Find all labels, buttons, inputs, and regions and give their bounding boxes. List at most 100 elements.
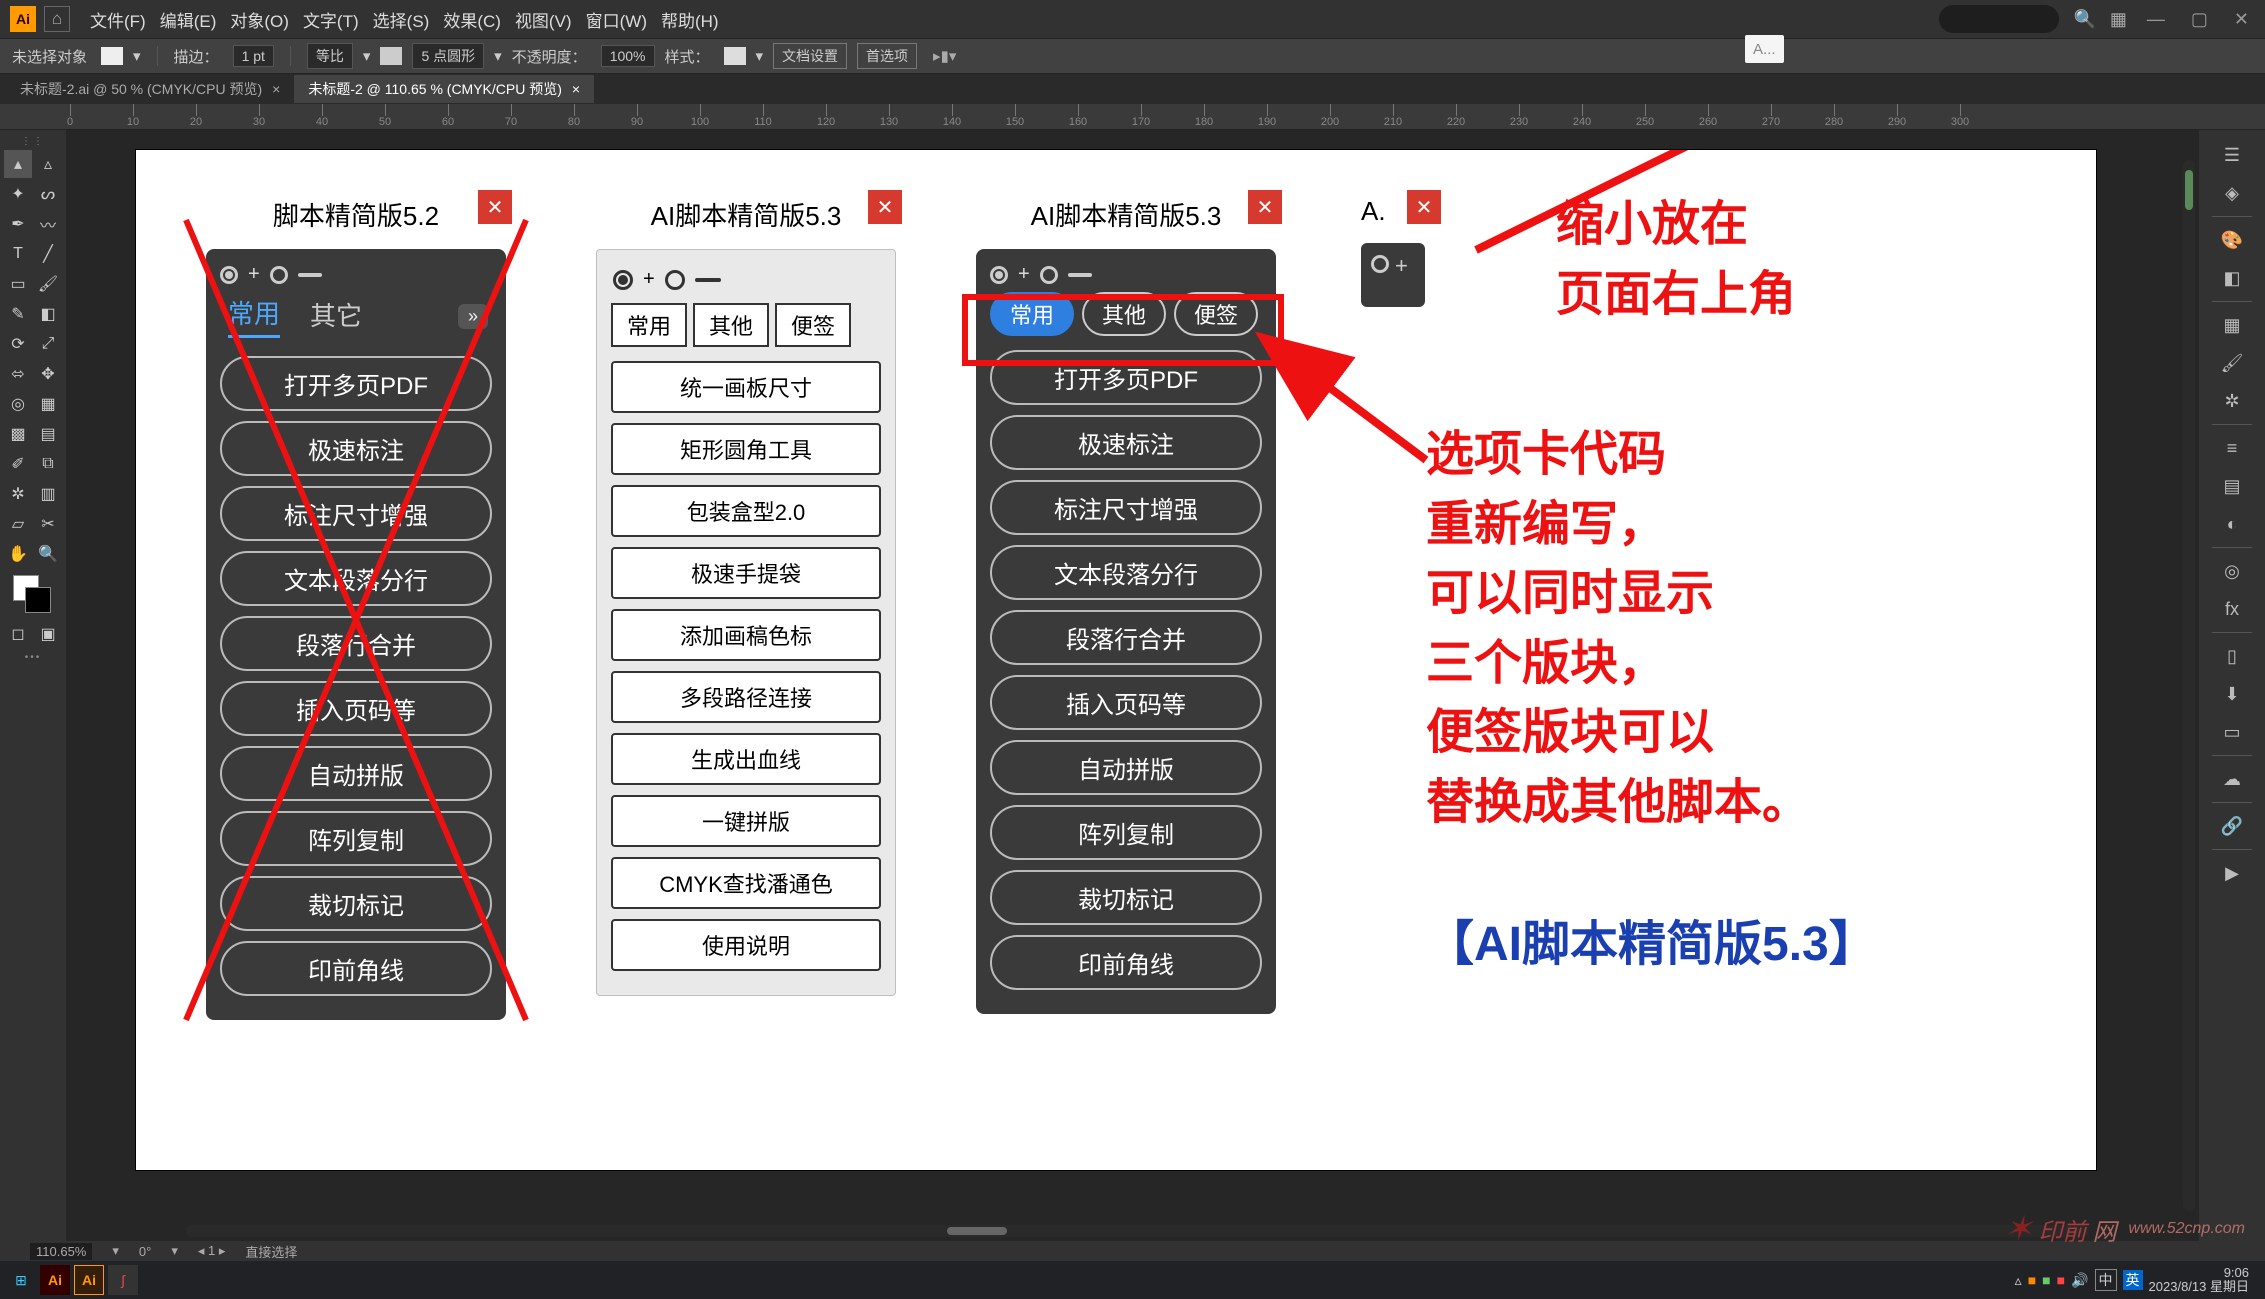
panel3-close[interactable]: ✕: [1248, 190, 1282, 224]
links-icon[interactable]: 🔗: [2216, 810, 2248, 842]
panel4-close[interactable]: ✕: [1407, 190, 1441, 224]
layers2-icon[interactable]: ▯: [2216, 640, 2248, 672]
uniform[interactable]: 等比: [307, 43, 353, 69]
stroke-icon[interactable]: ≡: [2216, 432, 2248, 464]
panel2-button-3[interactable]: 极速手提袋: [611, 547, 881, 599]
swatches-icon[interactable]: ▦: [2216, 309, 2248, 341]
gradient-tool[interactable]: ▤: [34, 420, 62, 448]
panel2-button-4[interactable]: 添加画稿色标: [611, 609, 881, 661]
shape-builder[interactable]: ◎: [4, 390, 32, 418]
panel3-button-3[interactable]: 文本段落分行: [990, 545, 1262, 600]
mesh-tool[interactable]: ▩: [4, 420, 32, 448]
arrange-icon[interactable]: ▦: [2110, 9, 2127, 30]
tray-icon[interactable]: ■: [2028, 1272, 2036, 1288]
panel2-button-6[interactable]: 生成出血线: [611, 733, 881, 785]
doc-tab-2[interactable]: 未标题-2 @ 110.65 % (CMYK/CPU 预览)×: [294, 75, 594, 103]
lasso-tool[interactable]: ᔕ: [34, 180, 62, 208]
taskbar-clock[interactable]: 9:06 2023/8/13 星期日: [2149, 1266, 2259, 1295]
zoom-level[interactable]: 110.65%: [30, 1243, 92, 1260]
panel4-body[interactable]: +: [1361, 243, 1425, 307]
direct-select-tool[interactable]: ▵: [34, 150, 62, 178]
style-swatch[interactable]: [724, 47, 746, 65]
symbols-icon[interactable]: ✲: [2216, 385, 2248, 417]
menu-view[interactable]: 视图(V): [515, 7, 572, 32]
asset-export-icon[interactable]: ⬇: [2216, 678, 2248, 710]
panel3-button-9[interactable]: 印前角线: [990, 935, 1262, 990]
screen-mode[interactable]: ▣: [34, 620, 62, 648]
menu-type[interactable]: 文字(T): [303, 7, 359, 32]
panel3-button-8[interactable]: 裁切标记: [990, 870, 1262, 925]
radio-icon[interactable]: [665, 270, 685, 290]
panel1-button-1[interactable]: 极速标注: [220, 421, 492, 476]
vertical-scrollbar[interactable]: [2183, 160, 2195, 1211]
panel1-button-2[interactable]: 标注尺寸增强: [220, 486, 492, 541]
radio-icon[interactable]: [270, 266, 288, 284]
stroke-weight[interactable]: 1 pt: [233, 45, 274, 67]
panel1-button-7[interactable]: 阵列复制: [220, 811, 492, 866]
rotate-tool[interactable]: ⟳: [4, 330, 32, 358]
shaper-tool[interactable]: ✎: [4, 300, 32, 328]
minus-icon[interactable]: [298, 273, 322, 277]
panel2-button-1[interactable]: 矩形圆角工具: [611, 423, 881, 475]
grip-icon[interactable]: ⋮⋮: [4, 134, 62, 148]
panel1-button-4[interactable]: 段落行合并: [220, 616, 492, 671]
pen-tool[interactable]: ✒: [4, 210, 32, 238]
panel3-button-2[interactable]: 标注尺寸增强: [990, 480, 1262, 535]
menu-help[interactable]: 帮助(H): [661, 7, 719, 32]
minus-icon[interactable]: [1068, 273, 1092, 277]
panel1-button-5[interactable]: 插入页码等: [220, 681, 492, 736]
draw-mode[interactable]: ◻: [4, 620, 32, 648]
tray-icon[interactable]: ■: [2057, 1272, 2065, 1288]
hand-tool[interactable]: ✋: [4, 540, 32, 568]
perspective-tool[interactable]: ▦: [34, 390, 62, 418]
properties-icon[interactable]: ☰: [2216, 139, 2248, 171]
panel2-button-9[interactable]: 使用说明: [611, 919, 881, 971]
menu-select[interactable]: 选择(S): [373, 7, 430, 32]
brushes-icon[interactable]: 🖌: [2216, 347, 2248, 379]
symbol-sprayer[interactable]: ✲: [4, 480, 32, 508]
menu-edit[interactable]: 编辑(E): [160, 7, 217, 32]
menu-window[interactable]: 窗口(W): [586, 7, 647, 32]
free-transform[interactable]: ✥: [34, 360, 62, 388]
artboard-tool[interactable]: ▱: [4, 510, 32, 538]
curvature-tool[interactable]: 〰: [34, 210, 62, 238]
play-icon[interactable]: ▶: [2216, 857, 2248, 889]
panel1-button-3[interactable]: 文本段落分行: [220, 551, 492, 606]
radio-icon[interactable]: [1040, 266, 1058, 284]
search-icon[interactable]: 🔍: [2073, 9, 2095, 30]
floating-mini-pill[interactable]: A...: [1745, 35, 1784, 63]
panel1-button-6[interactable]: 自动拼版: [220, 746, 492, 801]
layers-icon[interactable]: ◈: [2216, 177, 2248, 209]
align-icon[interactable]: ▸▮▾: [933, 47, 956, 65]
opacity-value[interactable]: 100%: [601, 45, 655, 67]
start-icon[interactable]: ⊞: [6, 1265, 36, 1295]
panel1-tab-common[interactable]: 常用: [228, 294, 280, 338]
taskbar-ai-1[interactable]: Ai: [40, 1265, 70, 1295]
minimize-icon[interactable]: —: [2141, 9, 2171, 30]
column-graph[interactable]: ▥: [34, 480, 62, 508]
artboard-nav[interactable]: ◂ 1 ▸: [198, 1243, 226, 1259]
scale-tool[interactable]: ⤢: [34, 330, 62, 358]
panel2-button-5[interactable]: 多段路径连接: [611, 671, 881, 723]
close-icon[interactable]: ×: [272, 81, 280, 97]
menu-object[interactable]: 对象(O): [230, 7, 289, 32]
menu-file[interactable]: 文件(F): [90, 7, 146, 32]
brush-shape[interactable]: 5 点圆形: [412, 43, 484, 69]
home-icon[interactable]: ⌂: [44, 6, 70, 32]
transparency-icon[interactable]: ◐: [2216, 508, 2248, 540]
menu-effect[interactable]: 效果(C): [443, 7, 501, 32]
color-icon[interactable]: 🎨: [2216, 224, 2248, 256]
panel3-button-5[interactable]: 插入页码等: [990, 675, 1262, 730]
panel2-button-2[interactable]: 包装盒型2.0: [611, 485, 881, 537]
search-field[interactable]: [1939, 5, 2059, 33]
type-tool[interactable]: T: [4, 240, 32, 268]
taskbar-app-3[interactable]: ʃ: [108, 1265, 138, 1295]
eyedropper-tool[interactable]: ✐: [4, 450, 32, 478]
appearance-icon[interactable]: ◎: [2216, 555, 2248, 587]
panel1-button-8[interactable]: 裁切标记: [220, 876, 492, 931]
panel3-button-4[interactable]: 段落行合并: [990, 610, 1262, 665]
fill-swatch[interactable]: [101, 47, 123, 65]
radio-icon[interactable]: [220, 266, 238, 284]
panel3-button-7[interactable]: 阵列复制: [990, 805, 1262, 860]
radio-icon[interactable]: [613, 270, 633, 290]
